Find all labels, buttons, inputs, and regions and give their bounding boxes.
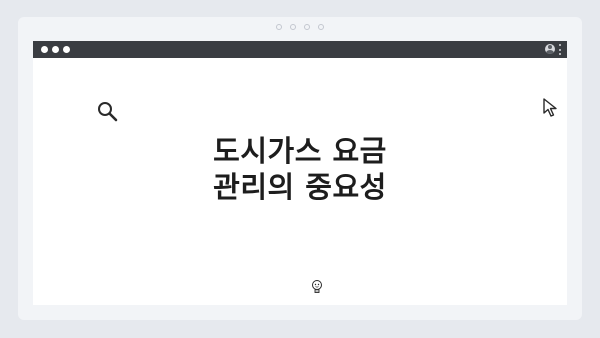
browser-window: 도시가스 요금 관리의 중요성 — [33, 41, 567, 305]
search-icon — [98, 102, 118, 122]
kebab-menu-icon[interactable] — [559, 44, 562, 55]
profile-icon[interactable] — [545, 44, 555, 54]
dot-3 — [304, 24, 310, 30]
window-control-maximize[interactable] — [63, 46, 70, 53]
cursor-icon — [543, 98, 557, 117]
dot-2 — [290, 24, 296, 30]
headline-line-1: 도시가스 요금 — [213, 134, 387, 168]
window-titlebar — [33, 41, 567, 58]
pagination-dots — [18, 24, 582, 30]
window-controls — [41, 46, 70, 53]
dot-4 — [318, 24, 324, 30]
page-headline: 도시가스 요금 관리의 중요성 — [33, 133, 567, 205]
browser-mockup-frame: 도시가스 요금 관리의 중요성 — [18, 17, 582, 320]
lightbulb-face-icon — [312, 280, 322, 293]
window-control-minimize[interactable] — [52, 46, 59, 53]
window-control-close[interactable] — [41, 46, 48, 53]
headline-line-2: 관리의 중요성 — [213, 170, 387, 204]
dot-1 — [276, 24, 282, 30]
